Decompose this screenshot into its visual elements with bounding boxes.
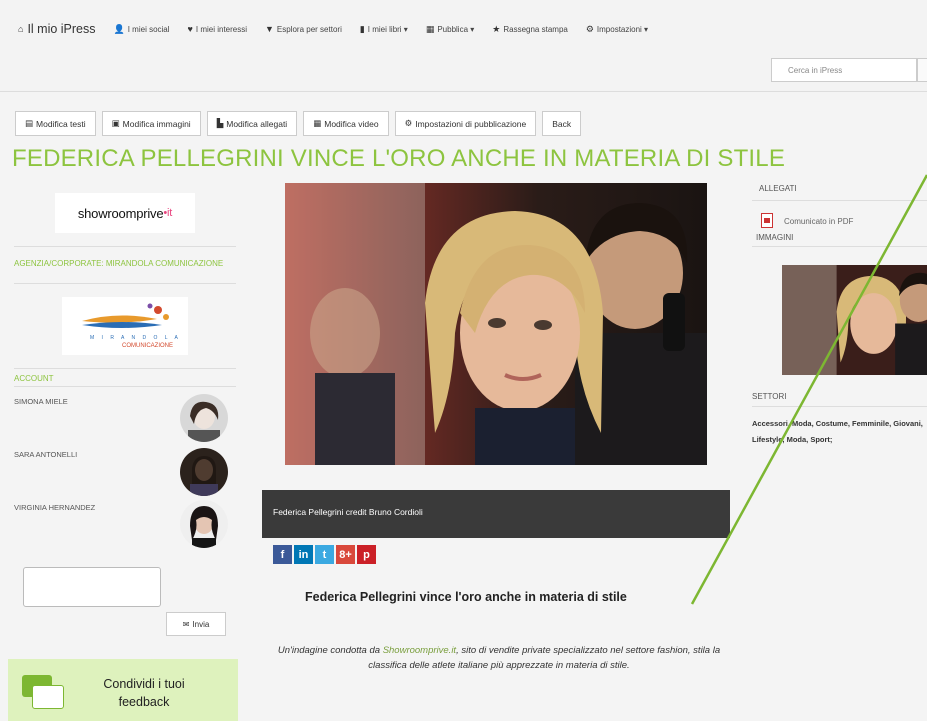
search-input[interactable]: Cerca in iPress xyxy=(771,58,917,82)
account-name[interactable]: SIMONA MIELE xyxy=(14,397,68,406)
feedback-text: Condividi i tuoi feedback xyxy=(103,677,185,709)
thumbnail-illustration xyxy=(782,265,927,375)
divider xyxy=(752,246,927,247)
divider xyxy=(14,246,236,247)
divider xyxy=(14,368,236,369)
avatar[interactable] xyxy=(180,448,228,496)
star-icon: ★ xyxy=(492,23,501,34)
brand-link[interactable]: ⌂ Il mio iPress xyxy=(18,22,96,36)
twitter-share-icon[interactable]: t xyxy=(315,545,334,564)
nav-label: Rassegna stampa xyxy=(503,24,568,34)
brand-label: Il mio iPress xyxy=(27,22,96,36)
user-icon: 👤 xyxy=(113,23,125,34)
logo-suffix: •it xyxy=(163,207,173,219)
nav-label: Pubblica ▾ xyxy=(437,24,475,34)
linkedin-share-icon[interactable]: in xyxy=(294,545,313,564)
file-icon: ▙ xyxy=(216,118,224,128)
immagini-label: IMMAGINI xyxy=(756,233,794,242)
page-title: FEDERICA PELLEGRINI VINCE L'ORO ANCHE IN… xyxy=(12,145,786,172)
message-input[interactable] xyxy=(23,567,161,607)
heart-icon: ♥ xyxy=(187,24,193,34)
mirandola-sub: COMUNICAZIONE xyxy=(122,343,173,349)
button-label: Modifica testi xyxy=(36,118,86,129)
nav-menu: ⌂ Il mio iPress 👤 I miei social ♥ I miei i… xyxy=(18,22,648,36)
image-icon: ▣ xyxy=(111,118,120,128)
avatar[interactable] xyxy=(180,394,228,442)
agency-label: AGENZIA/CORPORATE: MIRANDOLA COMUNICAZIO… xyxy=(14,259,224,268)
nav-item-pubblica[interactable]: ▦ Pubblica ▾ xyxy=(426,24,474,35)
nav-item-impostazioni[interactable]: ⚙ Impostazioni ▾ xyxy=(586,24,648,35)
button-label: Impostazioni di pubblicazione xyxy=(415,118,527,129)
nav-item-rassegna[interactable]: ★ Rassegna stampa xyxy=(492,24,568,35)
gear-icon: ⚙ xyxy=(404,118,413,128)
showroomprive-logo[interactable]: showroomprive •it xyxy=(55,193,195,233)
pdf-attachment-link[interactable]: Comunicato in PDF xyxy=(784,217,853,226)
article-headline: Federica Pellegrini vince l'oro anche in… xyxy=(305,590,627,604)
logo-text: showroomprive xyxy=(77,205,164,221)
mirandola-name: M I R A N D O L A xyxy=(90,335,181,341)
edit-texts-button[interactable]: ▤ Modifica testi xyxy=(15,111,96,136)
nav-label: Impostazioni ▾ xyxy=(596,24,649,34)
search-button[interactable] xyxy=(917,58,927,82)
avatar[interactable] xyxy=(180,500,228,548)
chat-icon xyxy=(22,675,64,709)
image-thumbnail[interactable] xyxy=(782,265,927,375)
button-label: Back xyxy=(552,118,572,129)
account-name[interactable]: VIRGINIA HERNANDEZ xyxy=(14,503,95,512)
filter-icon: ▼ xyxy=(265,24,274,34)
edit-video-button[interactable]: ▦ Modifica video xyxy=(303,111,389,136)
intro-text: Un'indagine condotta da xyxy=(277,645,383,656)
social-share-row: f in t 8+ p xyxy=(273,545,376,564)
book-icon: ▮ xyxy=(359,23,365,34)
photo-illustration xyxy=(285,183,707,465)
nav-item-settori[interactable]: ▼ Esplora per settori xyxy=(265,24,342,34)
divider xyxy=(14,283,236,284)
feedback-banner[interactable]: Condividi i tuoi feedback xyxy=(8,659,238,721)
account-label: ACCOUNT xyxy=(14,374,54,383)
envelope-icon: ✉ xyxy=(182,619,190,629)
pdf-icon xyxy=(761,213,773,228)
allegati-label: ALLEGATI xyxy=(759,184,797,193)
button-label: Modifica immagini xyxy=(122,118,191,129)
film-icon: ▦ xyxy=(313,118,322,128)
facebook-share-icon[interactable]: f xyxy=(273,545,292,564)
nav-label: Esplora per settori xyxy=(276,24,342,34)
nav-label: I miei social xyxy=(127,24,170,34)
gear-icon: ⚙ xyxy=(585,23,594,34)
main-photo[interactable] xyxy=(285,183,707,465)
divider xyxy=(14,386,236,387)
button-label: Modifica video xyxy=(324,118,379,129)
pinterest-share-icon[interactable]: p xyxy=(357,545,376,564)
nav-label: I miei interessi xyxy=(195,24,247,34)
settori-label: SETTORI xyxy=(752,392,787,401)
nav-label: I miei libri ▾ xyxy=(367,24,408,34)
back-button[interactable]: Back xyxy=(542,111,582,136)
divider xyxy=(752,406,927,407)
mirandola-logo[interactable]: M I R A N D O L A COMUNICAZIONE xyxy=(62,297,188,355)
nav-item-social[interactable]: 👤 I miei social xyxy=(114,24,170,35)
account-name[interactable]: SARA ANTONELLI xyxy=(14,450,77,459)
photo-caption: Federica Pellegrini credit Bruno Cordiol… xyxy=(262,490,730,538)
showroomprive-link[interactable]: Showroomprive.it xyxy=(383,645,456,656)
nav-item-libri[interactable]: ▮ I miei libri ▾ xyxy=(360,24,408,35)
grid-icon: ▦ xyxy=(425,23,435,34)
button-label: Modifica allegati xyxy=(226,118,288,129)
home-icon: ⌂ xyxy=(18,24,24,34)
button-label: Invia xyxy=(192,619,210,629)
edit-attachments-button[interactable]: ▙ Modifica allegati xyxy=(206,111,298,136)
edit-toolbar: ▤ Modifica testi ▣ Modifica immagini ▙ Modi… xyxy=(15,111,582,136)
divider xyxy=(752,200,927,201)
settori-list: Accessori, Moda, Costume, Femminile, Gio… xyxy=(752,419,923,444)
list-icon: ▤ xyxy=(25,118,34,128)
send-button[interactable]: ✉ Invia xyxy=(166,612,226,636)
nav-item-interessi[interactable]: ♥ I miei interessi xyxy=(188,24,247,34)
edit-images-button[interactable]: ▣ Modifica immagini xyxy=(101,111,201,136)
publish-settings-button[interactable]: ⚙ Impostazioni di pubblicazione xyxy=(394,111,537,136)
article-intro: Un'indagine condotta da Showroomprive.it… xyxy=(260,643,738,673)
googleplus-share-icon[interactable]: 8+ xyxy=(336,545,355,564)
top-navbar: ⌂ Il mio iPress 👤 I miei social ♥ I miei i… xyxy=(0,0,927,92)
